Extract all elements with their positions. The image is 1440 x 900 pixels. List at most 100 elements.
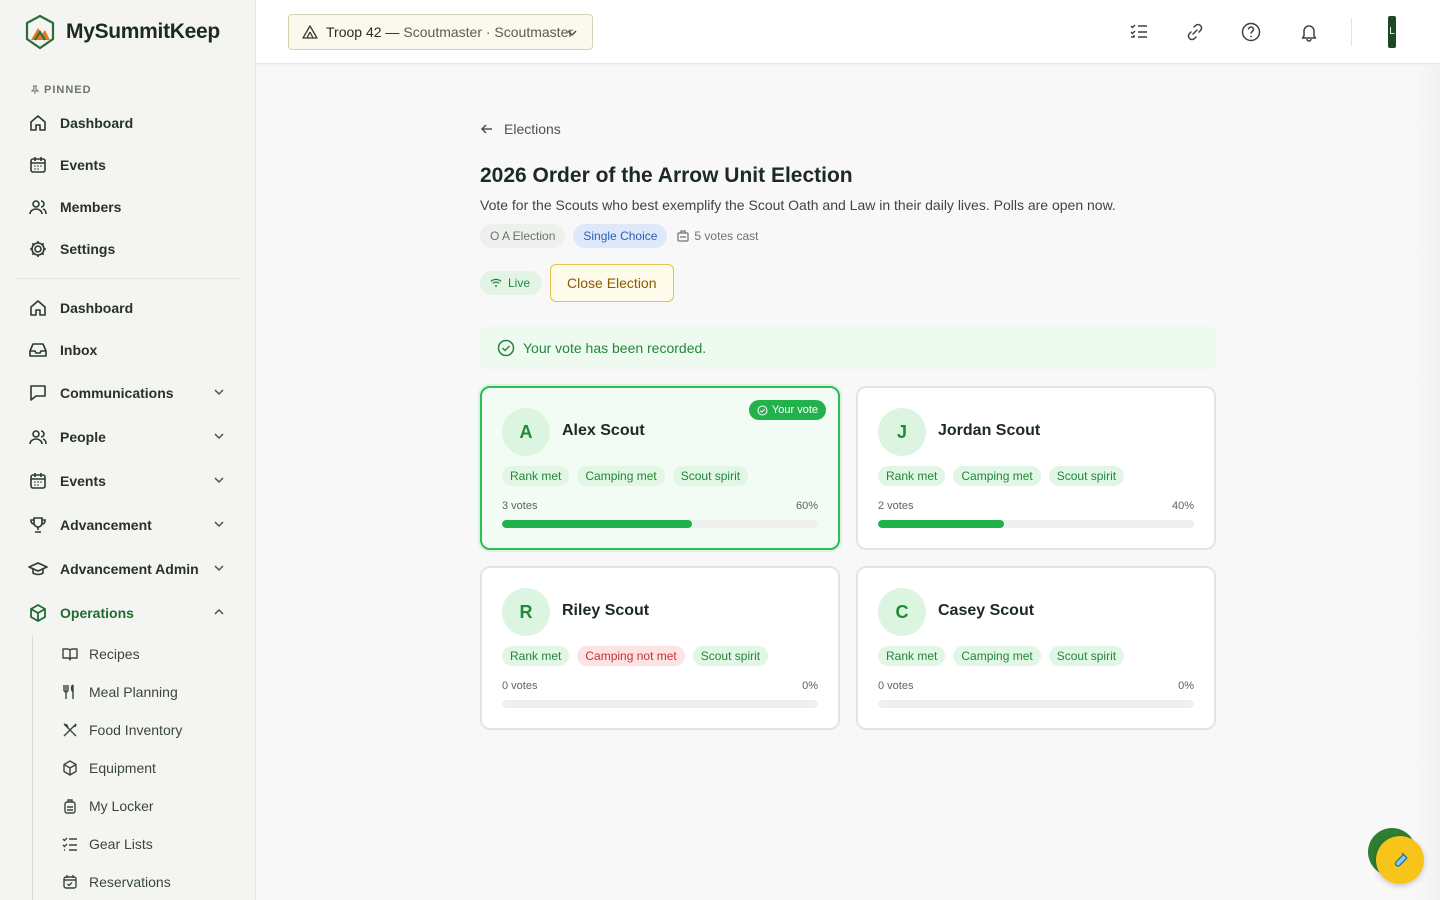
unit-role: Scoutmaster · Scoutmaster bbox=[403, 24, 574, 40]
check-circle-icon bbox=[497, 339, 515, 357]
election-mode-tag: Single Choice bbox=[573, 224, 668, 248]
vote-progress-fill bbox=[502, 520, 692, 528]
backpack-icon bbox=[61, 797, 79, 815]
candidate-avatar: A bbox=[502, 408, 550, 456]
operations-subnav: Recipes Meal Planning Food Inventory Equ… bbox=[32, 635, 255, 900]
criteria-met-pill: Rank met bbox=[502, 466, 570, 486]
sidebar-item-dashboard[interactable]: Dashboard bbox=[0, 287, 255, 329]
user-avatar[interactable]: L bbox=[1388, 16, 1396, 48]
status-row: Live Close Election bbox=[480, 264, 674, 302]
sidebar-item-events[interactable]: Events bbox=[0, 459, 255, 503]
criteria-met-pill: Camping met bbox=[577, 466, 665, 486]
sidebar-item-label: Advancement Admin bbox=[60, 561, 199, 577]
topbar-separator bbox=[1351, 18, 1352, 46]
pinned-item-label: Members bbox=[60, 199, 122, 215]
election-tags: O A Election Single Choice 5 votes cast bbox=[480, 224, 758, 248]
votes-cast-text: 5 votes cast bbox=[694, 229, 759, 243]
chevron-down-icon bbox=[214, 565, 224, 572]
sidebar-item-label: Dashboard bbox=[60, 300, 134, 316]
criteria-met-pill: Scout spirit bbox=[692, 646, 769, 666]
sidebar-item-label: Operations bbox=[60, 605, 134, 621]
vote-progress-bar bbox=[502, 520, 818, 528]
pinned-item-members[interactable]: Members bbox=[0, 186, 255, 228]
sidebar-item-label: Inbox bbox=[60, 342, 98, 358]
vote-progress-fill bbox=[878, 520, 1005, 528]
candidate-card[interactable]: A Alex Scout Your vote Rank met Camping met S… bbox=[480, 386, 840, 550]
subnav-item-food-inventory[interactable]: Food Inventory bbox=[33, 711, 255, 749]
sidebar-item-label: People bbox=[60, 429, 106, 445]
alert-text: Your vote has been recorded. bbox=[523, 340, 707, 356]
unit-name: Troop 42 — bbox=[326, 24, 400, 40]
vote-count: 2 votes bbox=[878, 500, 914, 512]
ballot-box-icon bbox=[677, 230, 690, 242]
sidebar-item-communications[interactable]: Communications bbox=[0, 371, 255, 415]
eligibility-pills: Rank met Camping met Scout spirit bbox=[502, 466, 756, 486]
checklist-icon bbox=[61, 835, 79, 853]
subnav-item-label: Equipment bbox=[89, 760, 156, 776]
subnav-item-label: Reservations bbox=[89, 874, 171, 890]
test-tube-icon bbox=[1394, 852, 1408, 867]
crossed-utensils-icon bbox=[61, 721, 79, 739]
graduation-cap-icon bbox=[28, 559, 48, 579]
live-status-text: Live bbox=[508, 276, 531, 290]
eligibility-pills: Rank met Camping not met Scout spirit bbox=[502, 646, 776, 666]
subnav-item-label: Gear Lists bbox=[89, 836, 153, 852]
candidate-card[interactable]: R Riley Scout Rank met Camping not met Scout… bbox=[480, 566, 840, 730]
live-status-badge: Live bbox=[480, 271, 543, 295]
candidate-card[interactable]: C Casey Scout Rank met Camping met Scout spi… bbox=[856, 566, 1216, 730]
pinned-item-events[interactable]: Events bbox=[0, 144, 255, 186]
pinned-item-label: Settings bbox=[60, 241, 116, 257]
subnav-item-my-locker[interactable]: My Locker bbox=[33, 787, 255, 825]
candidate-name: Alex Scout bbox=[562, 422, 645, 439]
subnav-item-equipment[interactable]: Equipment bbox=[33, 749, 255, 787]
criteria-met-pill: Rank met bbox=[878, 646, 946, 666]
sidebar-item-people[interactable]: People bbox=[0, 415, 255, 459]
sidebar-item-label: Advancement bbox=[60, 517, 152, 533]
sidebar-item-inbox[interactable]: Inbox bbox=[0, 329, 255, 371]
criteria-met-pill: Camping met bbox=[953, 466, 1041, 486]
tasks-icon[interactable] bbox=[1127, 20, 1151, 44]
calendar-check-icon bbox=[61, 873, 79, 891]
bell-icon[interactable] bbox=[1297, 20, 1321, 44]
subnav-item-recipes[interactable]: Recipes bbox=[33, 635, 255, 673]
subnav-item-meal-planning[interactable]: Meal Planning bbox=[33, 673, 255, 711]
unit-switcher[interactable]: Troop 42 — Scoutmaster · Scoutmaster bbox=[288, 14, 593, 50]
sidebar-item-advancement-admin[interactable]: Advancement Admin bbox=[0, 547, 255, 591]
candidate-card[interactable]: J Jordan Scout Rank met Camping met Scout sp… bbox=[856, 386, 1216, 550]
pinned-item-settings[interactable]: Settings bbox=[0, 228, 255, 270]
candidate-name: Riley Scout bbox=[562, 602, 650, 619]
test-tube-fab[interactable] bbox=[1376, 836, 1424, 884]
sidebar-item-advancement[interactable]: Advancement bbox=[0, 503, 255, 547]
vote-percentage: 0% bbox=[1178, 680, 1194, 692]
pinned-section-label: PINNED bbox=[30, 84, 255, 96]
pinned-item-dashboard[interactable]: Dashboard bbox=[0, 102, 255, 144]
link-icon[interactable] bbox=[1183, 20, 1207, 44]
back-to-elections-link[interactable]: Elections bbox=[480, 121, 561, 137]
help-icon[interactable] bbox=[1239, 20, 1263, 44]
check-circle-icon bbox=[757, 405, 768, 415]
sidebar: MySummitKeep PINNED Dashboard Events Mem… bbox=[0, 0, 256, 900]
arrow-left-icon bbox=[480, 124, 492, 134]
vote-count: 0 votes bbox=[878, 680, 914, 692]
close-election-button[interactable]: Close Election bbox=[550, 264, 674, 302]
sidebar-item-label: Events bbox=[60, 473, 106, 489]
page-title: 2026 Order of the Arrow Unit Election bbox=[480, 164, 853, 187]
users-icon bbox=[28, 197, 48, 217]
subnav-item-label: Meal Planning bbox=[89, 684, 178, 700]
subnav-item-gear-lists[interactable]: Gear Lists bbox=[33, 825, 255, 863]
home-icon bbox=[28, 113, 48, 133]
chevron-down-icon bbox=[214, 389, 224, 396]
votes-cast: 5 votes cast bbox=[677, 229, 758, 243]
subnav-item-label: My Locker bbox=[89, 798, 154, 814]
gear-icon bbox=[28, 239, 48, 259]
chevron-down-icon bbox=[567, 30, 577, 36]
brand[interactable]: MySummitKeep bbox=[0, 0, 255, 64]
inbox-icon bbox=[28, 340, 48, 360]
pin-icon bbox=[30, 85, 40, 94]
back-label: Elections bbox=[504, 121, 561, 137]
sidebar-divider bbox=[16, 278, 239, 279]
vote-progress-bar bbox=[878, 520, 1194, 528]
sidebar-item-operations[interactable]: Operations bbox=[0, 591, 255, 635]
subnav-item-reservations[interactable]: Reservations bbox=[33, 863, 255, 900]
mountain-logo-icon bbox=[25, 14, 55, 50]
